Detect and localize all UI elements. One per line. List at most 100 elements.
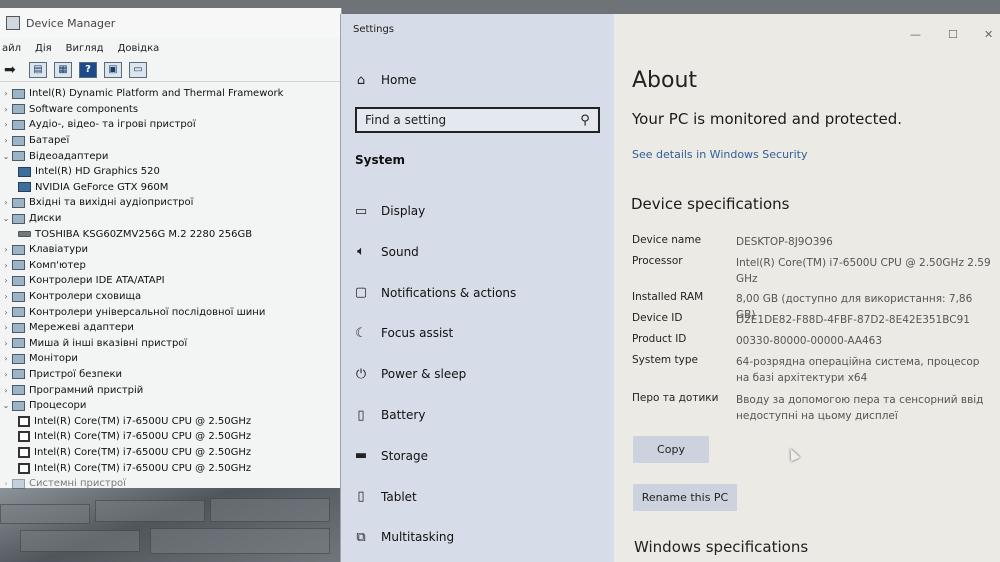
nav-item-tablet[interactable]: ▯ Tablet	[353, 489, 416, 505]
tree-row[interactable]: › Аудіо-, відео- та ігрові пристрої	[0, 117, 341, 133]
tree-row-label: Клавіатури	[29, 244, 89, 256]
tree-row[interactable]: › Клавіатури	[0, 242, 341, 258]
tree-row[interactable]: › Миша й інші вказівні пристрої	[0, 336, 341, 352]
nav-item-label: Notifications & actions	[381, 285, 517, 300]
focus-assist-icon: ☾	[355, 325, 367, 341]
security-details-link[interactable]: See details in Windows Security	[632, 148, 807, 161]
help-icon[interactable]: ?	[79, 61, 97, 78]
tree-row[interactable]: › Батареї	[0, 133, 341, 149]
chevron-right-icon[interactable]: ›	[0, 370, 12, 379]
tree-row[interactable]: › Вхідні та вихідні аудіопристрої	[0, 195, 341, 211]
tree-row[interactable]: NVIDIA GeForce GTX 960M	[0, 180, 341, 196]
rename-pc-button[interactable]: Rename this PC	[633, 484, 737, 511]
nav-item-notifications-actions[interactable]: ▢ Notifications & actions	[353, 285, 516, 301]
nav-item-focus-assist[interactable]: ☾ Focus assist	[353, 325, 453, 341]
tree-row[interactable]: ⌄ Процесори	[0, 398, 341, 414]
desktop-background	[0, 486, 340, 562]
tree-row[interactable]: › Комп'ютер	[0, 258, 341, 274]
chevron-right-icon[interactable]: ›	[0, 89, 12, 98]
tree-row[interactable]: › Монітори	[0, 351, 341, 367]
nav-item-battery[interactable]: ▯ Battery	[353, 407, 425, 423]
spec-row: Product ID 00330-80000-00000-AA463	[632, 333, 992, 349]
spec-key: System type	[632, 354, 698, 366]
tree-row[interactable]: › Intel(R) Dynamic Platform and Thermal F…	[0, 86, 341, 102]
tree-row-label: Диски	[29, 213, 62, 225]
tree-row[interactable]: Intel(R) Core(TM) i7-6500U CPU @ 2.50GHz	[0, 413, 341, 429]
nav-item-sound[interactable]: 🔈︎ Sound	[353, 244, 419, 260]
close-icon[interactable]: ✕	[984, 28, 993, 41]
chevron-right-icon[interactable]: ›	[0, 198, 12, 207]
update-driver-icon[interactable]: ▦	[54, 61, 72, 78]
chevron-right-icon[interactable]: ›	[0, 479, 12, 488]
desktop-tile	[20, 530, 140, 552]
tree-row[interactable]: TOSHIBA KSG60ZMV256G M.2 2280 256GB	[0, 226, 341, 242]
tree-row[interactable]: › Пристрої безпеки	[0, 367, 341, 383]
tree-row[interactable]: › Системні пристрої	[0, 476, 341, 492]
tree-row[interactable]: › Мережеві адаптери	[0, 320, 341, 336]
tree-row[interactable]: Intel(R) HD Graphics 520	[0, 164, 341, 180]
device-category-icon	[12, 104, 25, 115]
tree-row[interactable]: ⌄ Відеоадаптери	[0, 148, 341, 164]
tree-row-label: Монітори	[29, 353, 78, 365]
nav-item-multitasking[interactable]: ⧉ Multitasking	[353, 529, 454, 545]
chevron-right-icon[interactable]: ›	[0, 276, 12, 285]
battery-icon: ▯	[357, 407, 365, 423]
nav-item-label: Sound	[381, 244, 419, 259]
monitor-icon[interactable]: ▭	[129, 61, 147, 78]
nav-item-storage[interactable]: ▬ Storage	[353, 448, 428, 464]
chevron-right-icon[interactable]: ›	[0, 105, 12, 114]
search-icon[interactable]: ⚲	[572, 113, 598, 128]
nav-item-display[interactable]: ▭ Display	[353, 203, 425, 219]
chevron-right-icon[interactable]: ›	[0, 261, 12, 270]
copy-button[interactable]: Copy	[633, 436, 709, 463]
chevron-right-icon[interactable]: ›	[0, 386, 12, 395]
tree-row[interactable]: › Програмний пристрій	[0, 382, 341, 398]
chevron-down-icon[interactable]: ⌄	[0, 401, 12, 410]
chevron-right-icon[interactable]: ›	[0, 136, 12, 145]
nav-home-label: Home	[381, 73, 417, 87]
device-category-icon	[12, 275, 25, 286]
tree-row-label: Intel(R) Dynamic Platform and Thermal Fr…	[29, 88, 284, 100]
properties-icon[interactable]: ▤	[29, 61, 47, 78]
chevron-right-icon[interactable]: ›	[0, 245, 12, 254]
maximize-icon[interactable]: ☐	[948, 28, 958, 41]
tree-row[interactable]: › Software components	[0, 102, 341, 118]
menu-view[interactable]: Вигляд	[66, 43, 104, 54]
tree-row-label: Intel(R) Core(TM) i7-6500U CPU @ 2.50GHz	[34, 446, 252, 458]
tree-row[interactable]: Intel(R) Core(TM) i7-6500U CPU @ 2.50GHz	[0, 460, 341, 476]
spec-row: Processor Intel(R) Core(TM) i7-6500U CPU …	[632, 255, 992, 287]
chevron-right-icon[interactable]: ›	[0, 292, 12, 301]
tree-row[interactable]: Intel(R) Core(TM) i7-6500U CPU @ 2.50GHz	[0, 445, 341, 461]
chevron-right-icon[interactable]: ›	[0, 323, 12, 332]
forward-arrow-icon[interactable]: ➡	[4, 62, 22, 78]
nav-item-power-sleep[interactable]: ⏻ Power & sleep	[353, 366, 466, 382]
menu-file[interactable]: айл	[2, 43, 21, 54]
chevron-down-icon[interactable]: ⌄	[0, 214, 12, 223]
chevron-right-icon[interactable]: ›	[0, 339, 12, 348]
chevron-right-icon[interactable]: ›	[0, 120, 12, 129]
tree-row[interactable]: › Контролери сховища	[0, 289, 341, 305]
menu-action[interactable]: Дія	[35, 43, 52, 54]
tablet-icon: ▯	[357, 489, 365, 505]
nav-item-label: Focus assist	[381, 326, 454, 341]
nav-home[interactable]: ⌂ Home	[353, 72, 417, 88]
menu-help[interactable]: Довідка	[118, 43, 160, 54]
spec-key: Device ID	[632, 312, 683, 324]
tree-row[interactable]: Intel(R) Core(TM) i7-6500U CPU @ 2.50GHz	[0, 429, 341, 445]
gpu-icon	[18, 182, 31, 193]
desktop-tile	[0, 504, 90, 524]
minimize-icon[interactable]: —	[910, 28, 921, 41]
tree-row[interactable]: ⌄ Диски	[0, 211, 341, 227]
device-category-icon	[12, 400, 25, 411]
search-box[interactable]: Find a setting ⚲	[355, 107, 600, 133]
chevron-right-icon[interactable]: ›	[0, 308, 12, 317]
scan-hardware-icon[interactable]: ▣	[104, 61, 122, 78]
chevron-right-icon[interactable]: ›	[0, 354, 12, 363]
chevron-down-icon[interactable]: ⌄	[0, 152, 12, 161]
device-specs-heading: Device specifications	[631, 195, 790, 213]
tree-row[interactable]: › Контролери універсальної послідовної ши…	[0, 304, 341, 320]
tree-row-label: Програмний пристрій	[29, 384, 144, 396]
tree-row-label: Вхідні та вихідні аудіопристрої	[29, 197, 194, 209]
cpu-icon	[18, 446, 30, 458]
tree-row[interactable]: › Контролери IDE ATA/ATAPI	[0, 273, 341, 289]
